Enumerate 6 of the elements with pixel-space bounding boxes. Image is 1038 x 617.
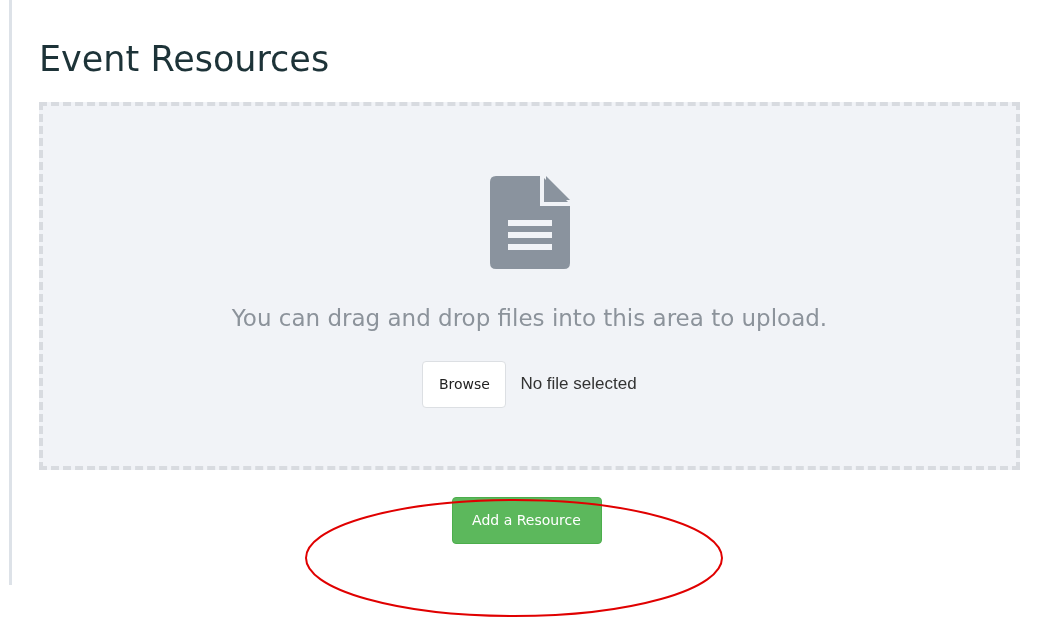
drop-zone[interactable]: You can drag and drop files into this area to upload. Browse No file selected: [39, 101, 1020, 470]
section-heading: Event Resources: [39, 40, 331, 79]
browse-button[interactable]: Browse: [422, 360, 507, 408]
file-status: No file selected: [520, 374, 637, 394]
drop-instructions: You can drag and drop files into this area to upload.: [231, 304, 828, 331]
document-icon: [489, 175, 570, 269]
